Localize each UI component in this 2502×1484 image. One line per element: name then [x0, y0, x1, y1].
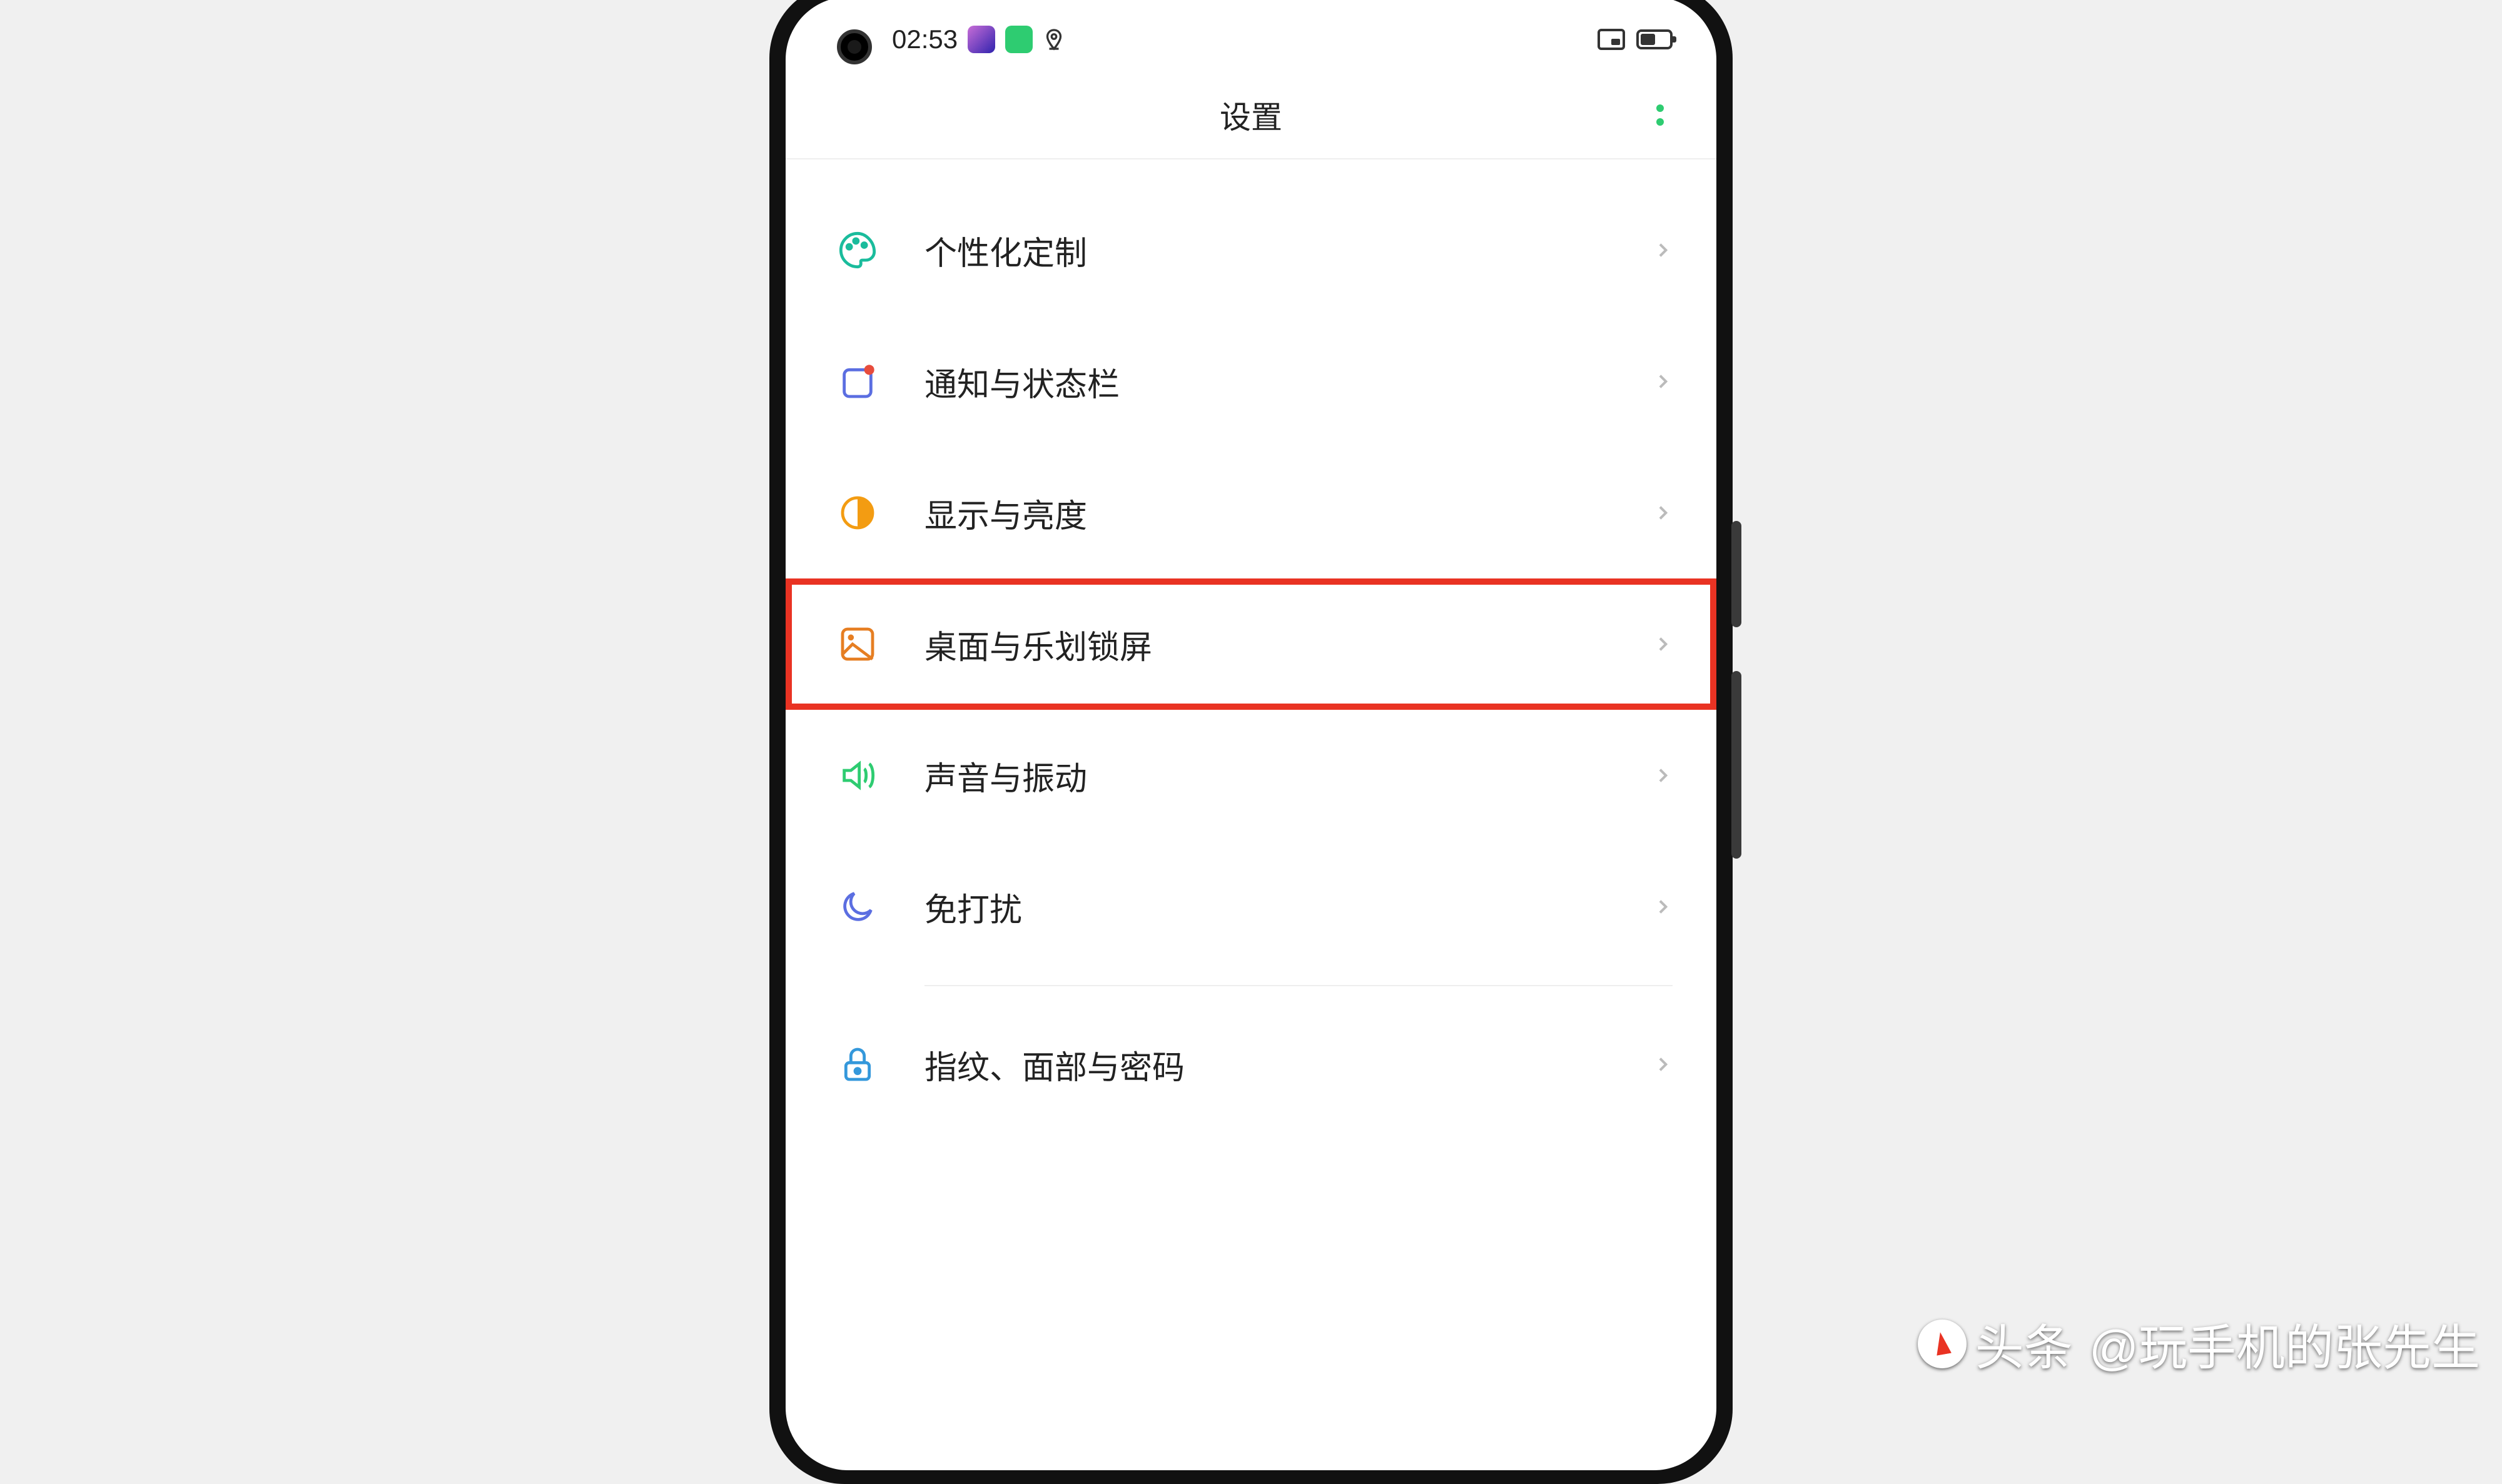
- chevron-right-icon: [1653, 240, 1673, 260]
- more-menu-button[interactable]: [1648, 103, 1673, 128]
- side-button: [1731, 521, 1741, 627]
- settings-item-notifications[interactable]: 通知与状态栏: [786, 316, 1716, 447]
- chevron-right-icon: [1653, 371, 1673, 391]
- chevron-right-icon: [1653, 897, 1673, 917]
- status-clock: 02:53: [892, 24, 958, 54]
- status-right: [1598, 29, 1673, 50]
- page-header: 设置: [786, 72, 1716, 159]
- settings-item-sound[interactable]: 声音与振动: [786, 710, 1716, 841]
- pip-icon: [1598, 29, 1625, 50]
- settings-item-do-not-disturb[interactable]: 免打扰: [786, 841, 1716, 972]
- phone-screen: 02:53 设置: [786, 0, 1716, 1470]
- watermark-brand: 头条: [1975, 1309, 2073, 1379]
- settings-label: 显示与亮度: [924, 490, 1653, 537]
- watermark-handle: @玩手机的张先生: [2089, 1309, 2480, 1379]
- settings-item-desktop-lockscreen[interactable]: 桌面与乐划锁屏: [786, 578, 1716, 710]
- toutiao-logo-icon: [1918, 1320, 1967, 1368]
- watermark: 头条 @玩手机的张先生: [1918, 1309, 2480, 1379]
- chevron-right-icon: [1653, 1054, 1673, 1074]
- moon-icon: [836, 885, 879, 929]
- settings-label: 免打扰: [924, 884, 1653, 931]
- section-divider: [924, 985, 1673, 986]
- chevron-right-icon: [1653, 634, 1673, 654]
- settings-item-display[interactable]: 显示与亮度: [786, 447, 1716, 578]
- speaker-icon: [836, 754, 879, 797]
- location-icon: [1043, 28, 1065, 51]
- watermark-logo: 头条: [1918, 1309, 2073, 1379]
- settings-label: 通知与状态栏: [924, 358, 1653, 405]
- phone-frame: 02:53 设置: [769, 0, 1733, 1484]
- notification-icon: [836, 360, 879, 403]
- settings-label: 个性化定制: [924, 227, 1653, 274]
- lock-icon: [836, 1042, 879, 1086]
- status-app-icon: [1005, 26, 1033, 53]
- home-lockscreen-icon: [836, 622, 879, 666]
- side-button: [1731, 671, 1741, 859]
- status-app-icon: [968, 26, 995, 53]
- settings-item-personalization[interactable]: 个性化定制: [786, 184, 1716, 316]
- chevron-right-icon: [1653, 503, 1673, 523]
- settings-item-biometrics[interactable]: 指纹、面部与密码: [786, 999, 1716, 1130]
- status-bar: 02:53: [786, 0, 1716, 72]
- palette-icon: [836, 228, 879, 272]
- camera-punch-hole: [837, 29, 872, 64]
- battery-level: [1641, 34, 1655, 45]
- settings-label: 指纹、面部与密码: [924, 1041, 1653, 1088]
- settings-label: 声音与振动: [924, 752, 1653, 799]
- brightness-icon: [836, 491, 879, 535]
- settings-label: 桌面与乐划锁屏: [924, 621, 1653, 668]
- page-title: 设置: [1220, 93, 1282, 138]
- battery-icon: [1636, 29, 1673, 49]
- settings-list: 个性化定制 通知与状态栏: [786, 159, 1716, 1130]
- chevron-right-icon: [1653, 765, 1673, 785]
